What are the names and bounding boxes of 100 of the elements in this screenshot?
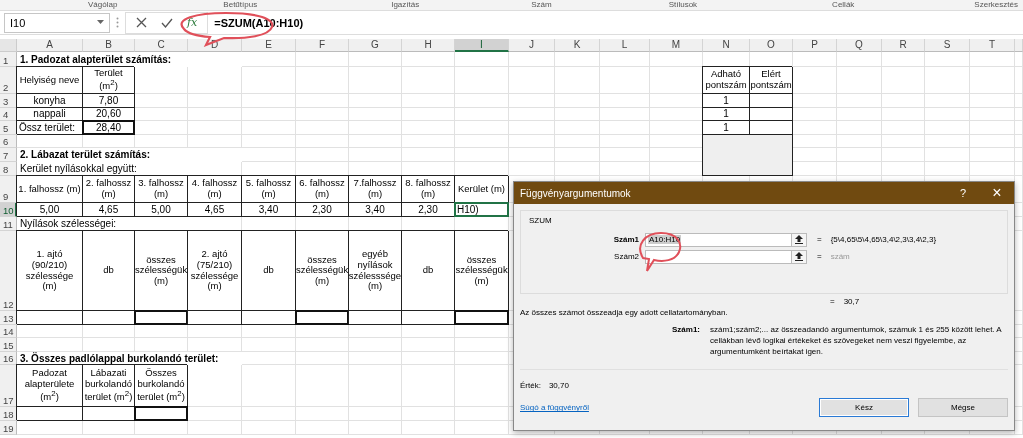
spreadsheet-cell[interactable] xyxy=(509,135,555,148)
spreadsheet-cell[interactable] xyxy=(555,67,600,94)
ok-button[interactable]: Kész xyxy=(819,398,909,418)
column-header[interactable]: N xyxy=(703,39,750,52)
spreadsheet-cell[interactable] xyxy=(600,121,650,135)
spreadsheet-cell[interactable] xyxy=(555,94,600,108)
column-header[interactable]: T xyxy=(970,39,1015,52)
spreadsheet-cell[interactable] xyxy=(509,121,555,135)
column-header[interactable]: B xyxy=(83,39,135,52)
help-button[interactable]: ? xyxy=(946,182,980,204)
spreadsheet-cell[interactable] xyxy=(188,67,242,94)
spreadsheet-cell[interactable] xyxy=(509,94,555,108)
spreadsheet-cell[interactable] xyxy=(455,421,509,435)
column-header[interactable]: H xyxy=(402,39,455,52)
spreadsheet-cell[interactable] xyxy=(296,148,349,162)
column-header[interactable]: I xyxy=(455,39,509,52)
spreadsheet-cell[interactable] xyxy=(882,94,925,108)
row-header[interactable]: 7 xyxy=(0,148,17,162)
column-header[interactable]: O xyxy=(750,39,793,52)
spreadsheet-cell[interactable] xyxy=(925,121,970,135)
spreadsheet-cell[interactable] xyxy=(242,325,296,338)
spreadsheet-cell[interactable] xyxy=(242,421,296,435)
spreadsheet-cell[interactable] xyxy=(242,365,296,407)
spreadsheet-cell[interactable] xyxy=(402,338,455,352)
spreadsheet-cell[interactable] xyxy=(349,135,402,148)
column-header[interactable]: A xyxy=(17,39,83,52)
column-header[interactable]: S xyxy=(925,39,970,52)
spreadsheet-cell[interactable] xyxy=(455,325,509,338)
spreadsheet-cell[interactable] xyxy=(509,67,555,94)
spreadsheet-cell[interactable] xyxy=(925,94,970,108)
row-header[interactable]: 1 xyxy=(0,52,17,67)
spreadsheet-cell[interactable] xyxy=(555,135,600,148)
spreadsheet-cell[interactable] xyxy=(349,67,402,94)
spreadsheet-cell[interactable] xyxy=(882,108,925,121)
spreadsheet-cell[interactable] xyxy=(970,108,1015,121)
row-header[interactable]: 8 xyxy=(0,162,17,176)
spreadsheet-cell[interactable] xyxy=(970,94,1015,108)
spreadsheet-cell[interactable] xyxy=(455,67,509,94)
spreadsheet-cell[interactable] xyxy=(555,162,600,176)
spreadsheet-cell[interactable] xyxy=(296,94,349,108)
row-header[interactable]: 6 xyxy=(0,135,17,148)
spreadsheet-cell[interactable] xyxy=(455,365,509,407)
spreadsheet-cell[interactable] xyxy=(188,94,242,108)
spreadsheet-cell[interactable] xyxy=(882,162,925,176)
spreadsheet-cell[interactable] xyxy=(837,148,882,162)
spreadsheet-cell[interactable] xyxy=(349,121,402,135)
spreadsheet-cell[interactable] xyxy=(402,52,455,67)
argument-field[interactable] xyxy=(645,249,807,264)
spreadsheet-cell[interactable] xyxy=(349,325,402,338)
drag-handle-icon[interactable] xyxy=(116,17,119,28)
spreadsheet-cell[interactable] xyxy=(925,52,970,67)
spreadsheet-cell[interactable] xyxy=(1015,135,1023,148)
spreadsheet-cell[interactable] xyxy=(600,148,650,162)
column-header[interactable]: G xyxy=(349,39,402,52)
spreadsheet-cell[interactable] xyxy=(600,135,650,148)
spreadsheet-cell[interactable] xyxy=(793,162,837,176)
spreadsheet-cell[interactable] xyxy=(970,121,1015,135)
spreadsheet-cell[interactable] xyxy=(455,407,509,421)
spreadsheet-cell[interactable] xyxy=(509,148,555,162)
row-header[interactable]: 19 xyxy=(0,421,17,435)
spreadsheet-cell[interactable] xyxy=(455,121,509,135)
spreadsheet-cell[interactable] xyxy=(402,67,455,94)
column-header[interactable]: Q xyxy=(837,39,882,52)
column-header[interactable]: R xyxy=(882,39,925,52)
spreadsheet-cell[interactable] xyxy=(455,148,509,162)
spreadsheet-cell[interactable] xyxy=(837,67,882,94)
spreadsheet-cell[interactable] xyxy=(296,365,349,407)
spreadsheet-cell[interactable] xyxy=(242,67,296,94)
spreadsheet-cell[interactable] xyxy=(837,52,882,67)
spreadsheet-cell[interactable] xyxy=(882,135,925,148)
spreadsheet-cell[interactable] xyxy=(925,148,970,162)
spreadsheet-cell[interactable] xyxy=(555,108,600,121)
spreadsheet-cell[interactable] xyxy=(402,148,455,162)
spreadsheet-cell[interactable] xyxy=(1015,148,1023,162)
spreadsheet-cell[interactable] xyxy=(402,352,455,365)
spreadsheet-cell[interactable] xyxy=(188,421,242,435)
spreadsheet-cell[interactable] xyxy=(349,94,402,108)
spreadsheet-cell[interactable] xyxy=(296,407,349,421)
spreadsheet-cell[interactable] xyxy=(837,108,882,121)
spreadsheet-cell[interactable] xyxy=(1015,94,1023,108)
check-icon[interactable] xyxy=(161,17,173,28)
row-header[interactable]: 16 xyxy=(0,352,17,365)
spreadsheet-cell[interactable] xyxy=(296,352,349,365)
spreadsheet-cell[interactable] xyxy=(296,52,349,67)
spreadsheet-cell[interactable] xyxy=(349,108,402,121)
spreadsheet-cell[interactable] xyxy=(1015,108,1023,121)
spreadsheet-cell[interactable] xyxy=(925,162,970,176)
collapse-dialog-button[interactable] xyxy=(791,233,806,246)
column-header[interactable]: P xyxy=(793,39,837,52)
spreadsheet-cell[interactable] xyxy=(837,94,882,108)
cancel-icon[interactable] xyxy=(136,17,147,28)
spreadsheet-cell[interactable] xyxy=(600,94,650,108)
spreadsheet-cell[interactable] xyxy=(1015,121,1023,135)
spreadsheet-cell[interactable] xyxy=(296,67,349,94)
spreadsheet-cell[interactable] xyxy=(135,325,188,338)
insert-function-button[interactable]: fx xyxy=(187,16,198,29)
spreadsheet-cell[interactable] xyxy=(925,67,970,94)
spreadsheet-cell[interactable] xyxy=(402,94,455,108)
spreadsheet-cell[interactable] xyxy=(600,162,650,176)
spreadsheet-cell[interactable] xyxy=(837,135,882,148)
